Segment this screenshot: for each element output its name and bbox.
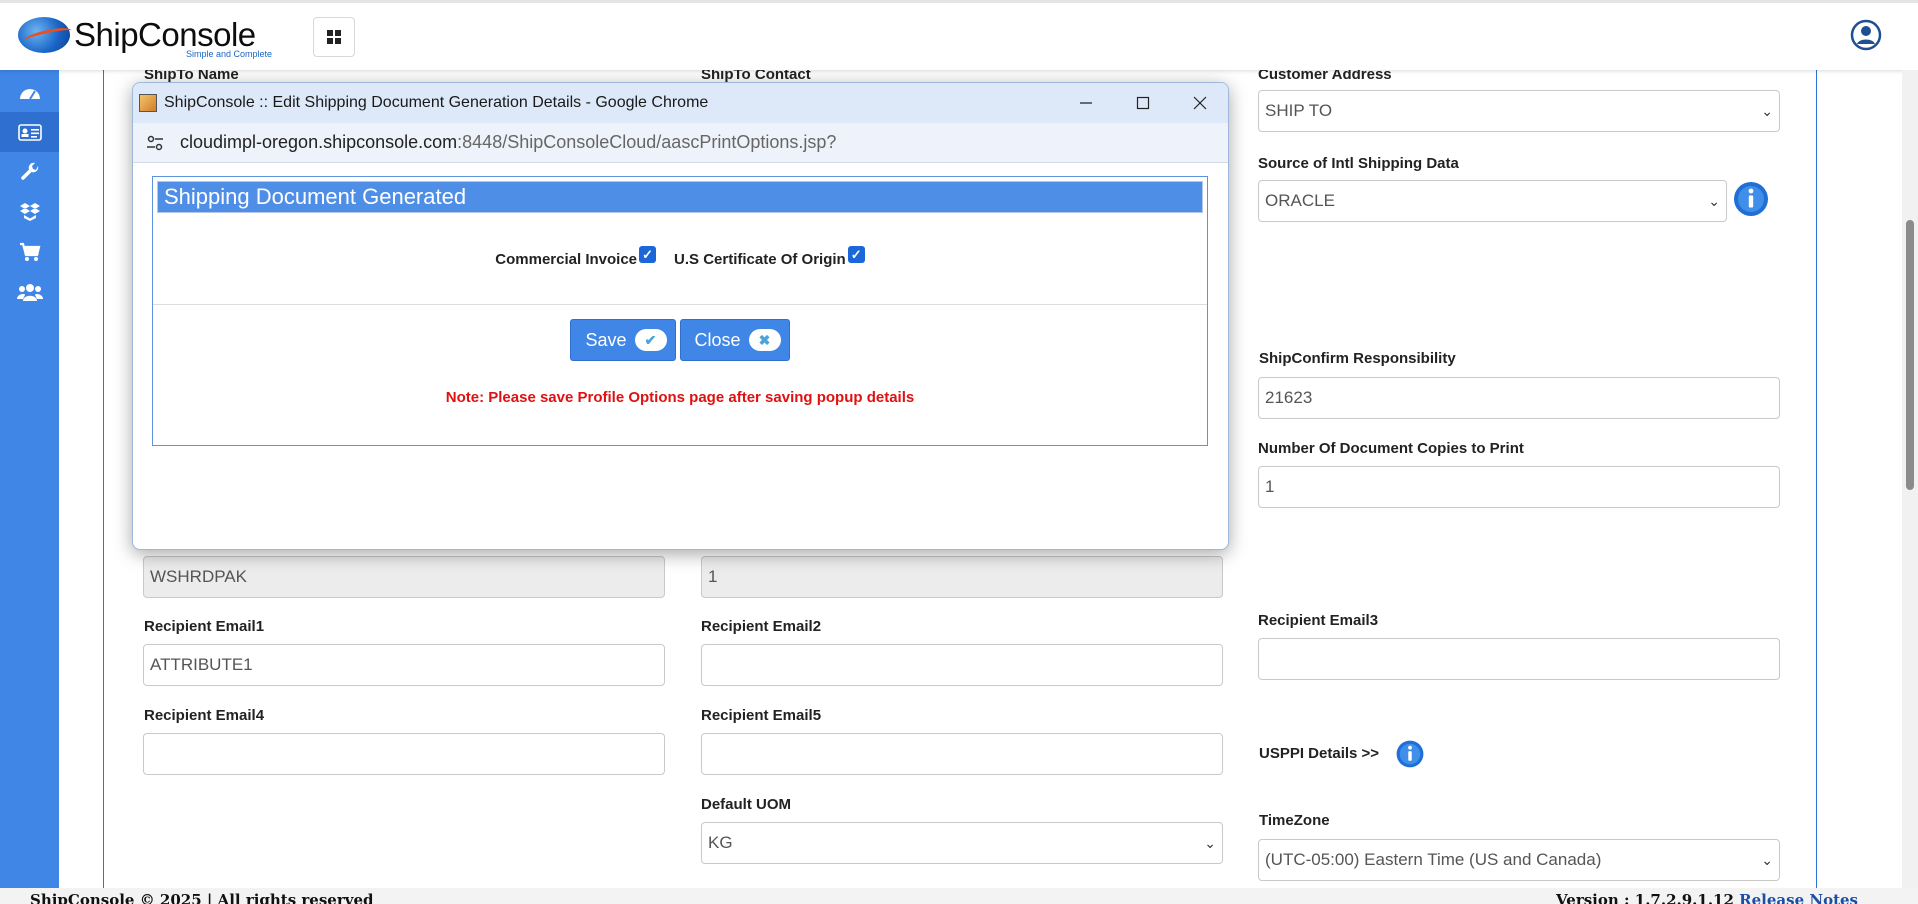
panel-heading-text: Shipping Document Generated xyxy=(164,184,467,209)
sidebar-item-packages[interactable] xyxy=(0,192,59,232)
maximize-button[interactable] xyxy=(1114,83,1171,123)
email3-label: Recipient Email3 xyxy=(1258,612,1379,629)
check-icon: ✔ xyxy=(634,329,667,351)
doc-copies-input[interactable]: 1 xyxy=(1258,466,1780,508)
maximize-icon xyxy=(1136,96,1149,110)
certificate-of-origin-label: U.S Certificate Of Origin xyxy=(674,251,846,268)
sidebar-item-orders[interactable] xyxy=(0,232,59,272)
customer-address-value: SHIP TO xyxy=(1265,101,1333,120)
sidebar-item-dashboard[interactable] xyxy=(0,72,59,112)
shipconfirm-label: ShipConfirm Responsibility xyxy=(1259,350,1456,367)
minimize-icon xyxy=(1079,102,1092,104)
chevron-down-icon: ⌄ xyxy=(1708,192,1720,209)
info-icon[interactable] xyxy=(1732,180,1770,218)
sidebar-item-users[interactable] xyxy=(0,272,59,312)
popup-address-bar[interactable]: cloudimpl-oregon.shipconsole.com:8448/Sh… xyxy=(133,123,1228,163)
site-settings-icon[interactable] xyxy=(145,133,165,153)
sidebar-item-tools[interactable] xyxy=(0,152,59,192)
wrench-icon xyxy=(20,162,38,180)
default-uom-label: Default UOM xyxy=(701,796,791,813)
scrollbar-thumb[interactable] xyxy=(1906,220,1914,490)
url-host: cloudimpl-oregon.shipconsole.com xyxy=(180,132,458,152)
readonly-field-a: WSHRDPAK xyxy=(143,556,665,598)
chevron-down-icon: ⌄ xyxy=(1204,834,1216,851)
top-header: ShipConsole Simple and Complete xyxy=(0,0,1918,70)
source-intl-label: Source of Intl Shipping Data xyxy=(1258,155,1459,172)
window-controls xyxy=(1057,83,1228,123)
email4-input[interactable] xyxy=(143,733,665,775)
option-certificate-of-origin: U.S Certificate Of Origin ✓ xyxy=(674,246,865,268)
user-account-icon[interactable] xyxy=(1850,19,1882,51)
id-card-icon xyxy=(17,123,42,141)
save-button[interactable]: Save ✔ xyxy=(570,319,676,361)
email3-input[interactable] xyxy=(1258,638,1780,680)
source-intl-value: ORACLE xyxy=(1265,191,1335,210)
option-commercial-invoice: Commercial Invoice ✓ xyxy=(495,246,657,268)
chevron-down-icon: ⌄ xyxy=(1761,102,1773,119)
print-options-panel: Shipping Document Generated Commercial I… xyxy=(152,176,1208,446)
timezone-value: (UTC-05:00) Eastern Time (US and Canada) xyxy=(1265,850,1602,869)
email2-input[interactable] xyxy=(701,644,1223,686)
readonly-field-b: 1 xyxy=(701,556,1223,598)
apps-grid-button[interactable] xyxy=(313,17,355,57)
usppi-details-link[interactable]: USPPI Details >> xyxy=(1259,745,1379,762)
close-button-label: Close xyxy=(694,329,741,350)
commercial-invoice-checkbox[interactable]: ✓ xyxy=(639,246,657,263)
info-icon[interactable] xyxy=(1395,739,1425,769)
url-path: :8448/ShipConsoleCloud/aascPrintOptions.… xyxy=(457,132,837,152)
customer-address-select[interactable]: SHIP TO ⌄ xyxy=(1258,90,1780,132)
logo-tagline: Simple and Complete xyxy=(186,49,273,59)
grid-icon xyxy=(327,30,341,44)
globe-logo-icon xyxy=(18,17,70,53)
release-notes-link[interactable]: Release Notes xyxy=(1739,891,1858,904)
timezone-label: TimeZone xyxy=(1259,812,1330,829)
save-note: Note: Please save Profile Options page a… xyxy=(445,389,915,406)
window-close-button[interactable] xyxy=(1171,83,1228,123)
sidebar-item-profile[interactable] xyxy=(0,112,59,152)
close-circle-icon: ✖ xyxy=(748,329,781,351)
panel-heading: Shipping Document Generated xyxy=(157,181,1203,213)
shipconsole-logo[interactable]: ShipConsole Simple and Complete xyxy=(18,16,272,59)
email4-label: Recipient Email4 xyxy=(144,707,265,724)
left-sidebar xyxy=(0,70,59,904)
logo-text: ShipConsole xyxy=(74,16,256,53)
save-button-label: Save xyxy=(585,329,627,350)
popup-title-bar[interactable]: ShipConsole :: Edit Shipping Document Ge… xyxy=(133,83,1228,123)
email5-label: Recipient Email5 xyxy=(701,707,822,724)
site-favicon-icon xyxy=(139,94,157,112)
certificate-of-origin-checkbox[interactable]: ✓ xyxy=(847,246,865,263)
default-uom-select[interactable]: KG ⌄ xyxy=(701,822,1223,864)
email5-input[interactable] xyxy=(701,733,1223,775)
popup-window-title: ShipConsole :: Edit Shipping Document Ge… xyxy=(164,94,709,111)
email1-input[interactable]: ATTRIBUTE1 xyxy=(143,644,665,686)
close-button[interactable]: Close ✖ xyxy=(679,319,790,361)
print-options-popup-window: ShipConsole :: Edit Shipping Document Ge… xyxy=(132,82,1229,550)
version-info: Version : 1.7.2.9.1.12 Release Notes xyxy=(1556,891,1858,904)
minimize-button[interactable] xyxy=(1057,83,1114,123)
email1-label: Recipient Email1 xyxy=(144,618,265,635)
users-icon xyxy=(16,284,43,301)
source-intl-select[interactable]: ORACLE ⌄ xyxy=(1258,180,1727,222)
email2-label: Recipient Email2 xyxy=(701,618,822,635)
popup-action-buttons: Save ✔ Close ✖ xyxy=(153,319,1207,361)
dashboard-icon xyxy=(19,89,40,100)
boxes-icon xyxy=(19,203,40,221)
default-uom-value: KG xyxy=(708,833,733,852)
cart-icon xyxy=(19,242,40,261)
page-footer: ShipConsole © 2025 | All rights reserved… xyxy=(0,888,1918,904)
commercial-invoice-label: Commercial Invoice xyxy=(495,251,638,268)
chevron-down-icon: ⌄ xyxy=(1761,851,1773,868)
page-scrollbar[interactable] xyxy=(1902,70,1918,888)
doc-copies-label: Number Of Document Copies to Print xyxy=(1258,440,1524,457)
shipconfirm-input[interactable]: 21623 xyxy=(1258,377,1780,419)
timezone-select[interactable]: (UTC-05:00) Eastern Time (US and Canada)… xyxy=(1258,839,1780,881)
document-options: Commercial Invoice ✓ U.S Certificate Of … xyxy=(153,215,1207,305)
close-icon xyxy=(1193,96,1206,110)
version-text: Version : 1.7.2.9.1.12 xyxy=(1556,891,1734,904)
copyright-text: ShipConsole © 2025 | All rights reserved xyxy=(30,891,374,904)
